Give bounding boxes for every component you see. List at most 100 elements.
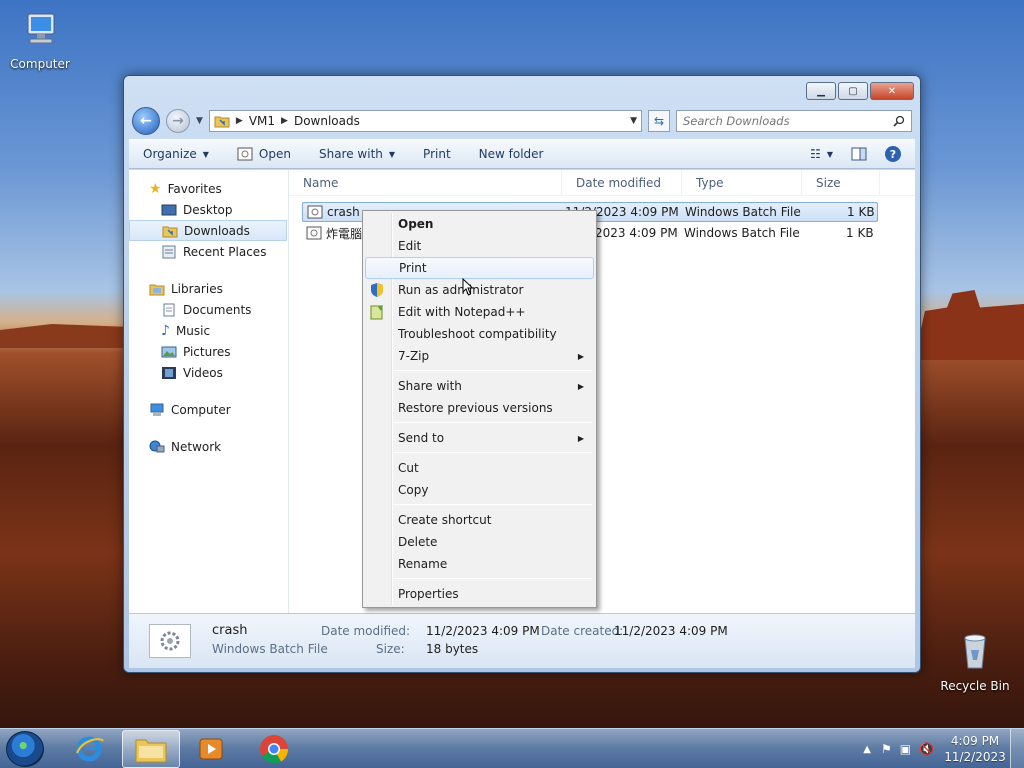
menu-item-run-as-administrator[interactable]: Run as administrator	[365, 279, 594, 301]
menu-item-share-with[interactable]: Share with ▶	[365, 375, 594, 397]
menu-label: Copy	[398, 483, 429, 497]
nav-libraries[interactable]: Libraries	[129, 278, 288, 299]
details-date-created: 11/2/2023 4:09 PM	[614, 624, 728, 638]
batch-file-icon	[307, 205, 323, 219]
share-with-label: Share with	[318, 147, 383, 161]
minimize-button[interactable]: ▁	[806, 82, 836, 100]
nav-group-computer: Computer	[129, 399, 288, 420]
new-folder-button[interactable]: New folder	[479, 147, 544, 161]
show-desktop-button[interactable]	[1010, 729, 1024, 768]
file-thumbnail	[149, 624, 191, 658]
menu-label: Print	[399, 261, 427, 275]
nav-desktop[interactable]: Desktop	[129, 199, 288, 220]
share-with-button[interactable]: Share with ▼	[319, 147, 395, 161]
preview-pane-button[interactable]	[851, 147, 867, 161]
address-dropdown-icon[interactable]: ▼	[630, 116, 637, 126]
menu-item-troubleshoot-compatibility[interactable]: Troubleshoot compatibility	[365, 323, 594, 345]
menu-label: Share with	[398, 379, 462, 393]
clock[interactable]: 4:09 PM 11/2/2023	[940, 733, 1010, 765]
open-button[interactable]: Open	[237, 147, 291, 161]
nav-label: Documents	[183, 302, 252, 317]
column-header-date-modified[interactable]: Date modified	[562, 170, 682, 195]
nav-computer[interactable]: Computer	[129, 399, 288, 420]
recent-pages-dropdown[interactable]: ▼	[196, 116, 203, 126]
desktop-icon-recycle-bin[interactable]: Recycle Bin	[935, 632, 1015, 693]
breadcrumb-downloads[interactable]: Downloads	[294, 114, 360, 128]
details-date-modified: 11/2/2023 4:09 PM	[426, 624, 540, 638]
back-button[interactable]: ←	[132, 107, 160, 135]
column-label: Type	[696, 175, 724, 190]
nav-downloads[interactable]: Downloads	[129, 220, 287, 241]
taskbar-windows-explorer[interactable]	[122, 730, 180, 768]
breadcrumb-chevron-icon[interactable]: ▶	[236, 116, 243, 126]
navigation-pane: ★ Favorites Desktop Downloads Recent Pla…	[129, 170, 289, 613]
view-options-button[interactable]: ☷ ▼	[810, 147, 833, 161]
menu-label: Edit with Notepad++	[398, 305, 526, 319]
nav-label: Network	[171, 439, 222, 454]
refresh-button[interactable]: ⇆	[648, 110, 670, 132]
menu-item-copy[interactable]: Copy	[365, 479, 594, 501]
context-menu: Open Edit Print Run as administrator Edi…	[362, 210, 597, 608]
breadcrumb-vm1[interactable]: VM1	[249, 114, 275, 128]
submenu-arrow-icon: ▶	[577, 381, 584, 391]
nav-music[interactable]: ♪ Music	[129, 320, 288, 341]
column-header-name[interactable]: Name	[289, 170, 562, 195]
star-icon: ★	[149, 180, 162, 197]
menu-separator	[393, 578, 592, 579]
menu-item-restore-previous-versions[interactable]: Restore previous versions	[365, 397, 594, 419]
nav-documents[interactable]: Documents	[129, 299, 288, 320]
search-box[interactable]	[676, 110, 912, 132]
desktop-icon-computer[interactable]: Computer	[0, 10, 80, 71]
refresh-icon: ⇆	[653, 114, 665, 128]
column-header-type[interactable]: Type	[682, 170, 802, 195]
details-pane: crash Windows Batch File Date modified: …	[129, 613, 915, 668]
forward-button[interactable]: →	[166, 109, 190, 133]
organize-button[interactable]: Organize ▼	[143, 147, 209, 161]
menu-item-properties[interactable]: Properties	[365, 583, 594, 605]
menu-separator	[393, 370, 592, 371]
taskbar-media-player[interactable]	[182, 730, 240, 768]
menu-item-7-zip[interactable]: 7-Zip ▶	[365, 345, 594, 367]
taskbar-chrome[interactable]	[245, 730, 303, 768]
nav-pictures[interactable]: Pictures	[129, 341, 288, 362]
submenu-arrow-icon: ▶	[577, 433, 584, 443]
nav-favorites[interactable]: ★ Favorites	[129, 178, 288, 199]
breadcrumb-chevron-icon[interactable]: ▶	[281, 116, 288, 126]
menu-item-open[interactable]: Open	[365, 213, 594, 235]
start-button[interactable]	[6, 731, 44, 767]
nav-network[interactable]: Network	[129, 436, 288, 457]
menu-label: Create shortcut	[398, 513, 492, 527]
action-center-flag-icon[interactable]: ⚑	[881, 742, 892, 756]
taskbar-internet-explorer[interactable]	[60, 730, 118, 768]
volume-muted-icon[interactable]: 🔇	[919, 742, 934, 756]
menu-item-edit[interactable]: Edit	[365, 235, 594, 257]
system-tray: ▲ ⚑ ▣ 🔇 4:09 PM 11/2/2023	[863, 729, 1024, 768]
print-button[interactable]: Print	[423, 147, 451, 161]
menu-item-cut[interactable]: Cut	[365, 457, 594, 479]
menu-item-print[interactable]: Print	[365, 257, 594, 279]
file-type: Windows Batch File	[684, 226, 800, 240]
network-status-icon[interactable]: ▣	[900, 742, 911, 756]
search-input[interactable]	[683, 114, 893, 128]
menu-item-rename[interactable]: Rename	[365, 553, 594, 575]
nav-label: Recent Places	[183, 244, 267, 259]
help-icon[interactable]: ?	[885, 146, 901, 162]
menu-label: Edit	[398, 239, 422, 253]
details-view-icon: ☷	[810, 147, 821, 161]
maximize-button[interactable]: ▢	[838, 82, 868, 100]
menu-item-create-shortcut[interactable]: Create shortcut	[365, 509, 594, 531]
menu-label: Troubleshoot compatibility	[398, 327, 557, 341]
music-icon: ♪	[161, 322, 170, 339]
address-bar[interactable]: ▶ VM1 ▶ Downloads ▼	[208, 110, 642, 132]
column-header-size[interactable]: Size	[802, 170, 880, 195]
menu-item-edit-with-notepad-plus-plus[interactable]: Edit with Notepad++	[365, 301, 594, 323]
menu-label: Send to	[398, 431, 445, 445]
menu-item-delete[interactable]: Delete	[365, 531, 594, 553]
show-hidden-icons-button[interactable]: ▲	[863, 744, 871, 755]
close-button[interactable]: ✕	[870, 82, 914, 100]
menu-item-send-to[interactable]: Send to ▶	[365, 427, 594, 449]
media-player-icon	[199, 738, 223, 760]
nav-recent-places[interactable]: Recent Places	[129, 241, 288, 262]
folder-icon	[214, 116, 230, 128]
nav-videos[interactable]: Videos	[129, 362, 288, 383]
